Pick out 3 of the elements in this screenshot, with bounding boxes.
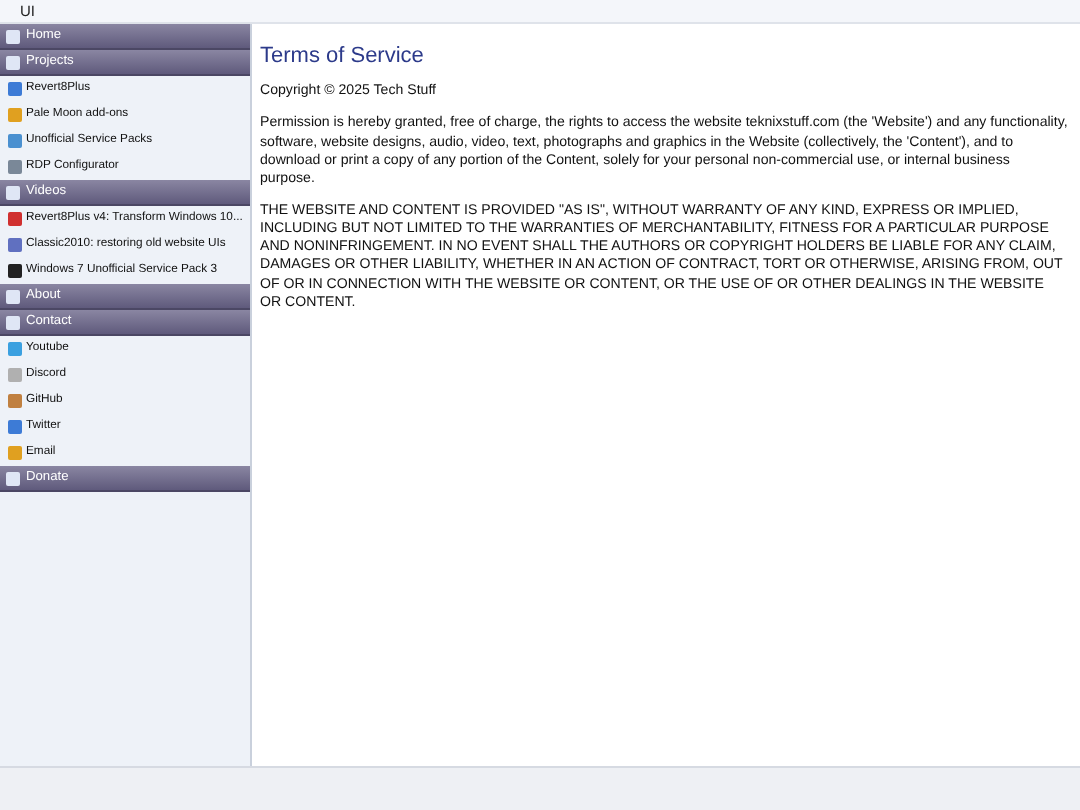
section-icon: [6, 471, 20, 485]
page-heading: Terms of Service: [260, 44, 426, 71]
section-icon: [6, 185, 20, 199]
